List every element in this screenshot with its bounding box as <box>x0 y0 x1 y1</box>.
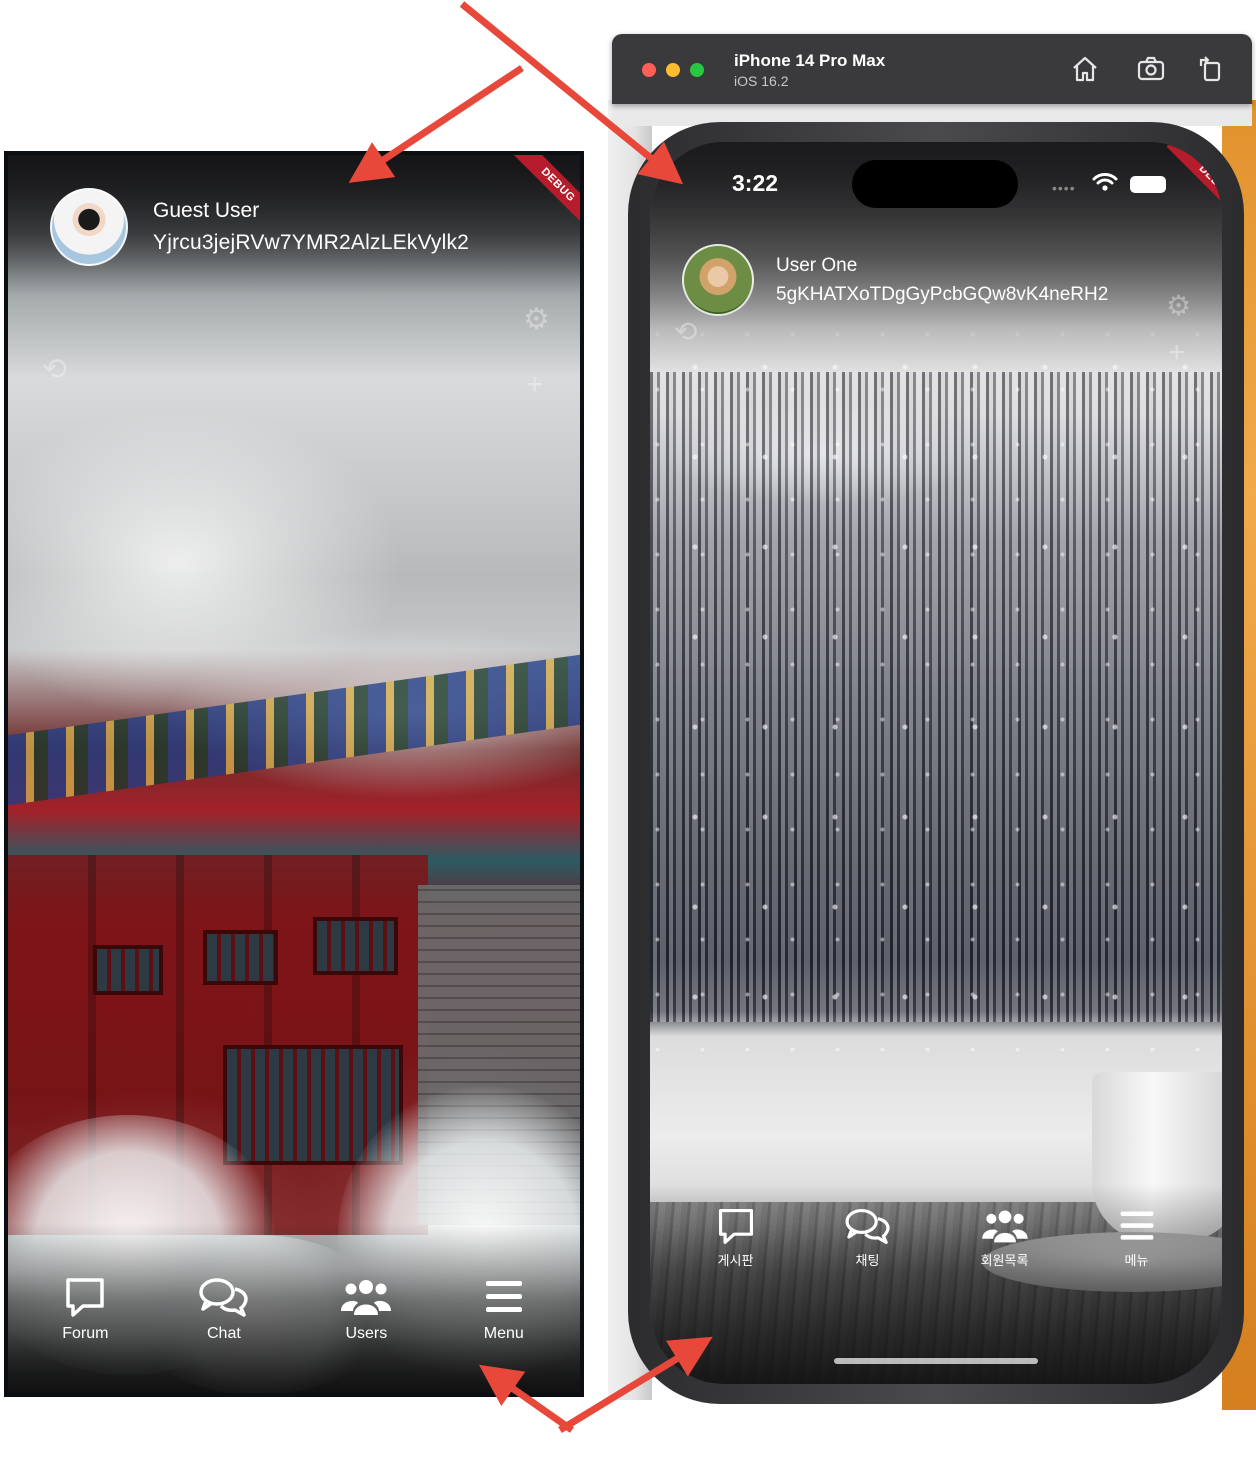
dynamic-island <box>852 160 1018 208</box>
simulator-device-name: iPhone 14 Pro Max <box>734 51 886 70</box>
bottom-navigation: Forum Chat Users Menu <box>18 1275 570 1365</box>
comment-icon <box>718 1208 753 1244</box>
user-display-name: User One <box>776 255 858 276</box>
falling-snow <box>650 302 1222 1062</box>
nav-item-forum[interactable]: Forum <box>62 1275 108 1343</box>
nav-item-chat[interactable]: 채팅 <box>843 1206 893 1269</box>
screenshot-icon[interactable] <box>1136 54 1166 84</box>
menu-icon <box>1120 1211 1153 1240</box>
bottom-navigation: 게시판 채팅 회원목록 메뉴 <box>672 1206 1200 1286</box>
settings-icon[interactable]: ⚙ <box>1166 292 1191 320</box>
user-uid: Yjrcu3jejRVw7YMR2AlzLEkVylk2 <box>153 231 470 254</box>
avatar[interactable] <box>50 188 128 266</box>
home-indicator[interactable] <box>834 1358 1038 1364</box>
avatar[interactable] <box>682 244 754 316</box>
nav-label: Chat <box>206 1325 241 1342</box>
status-bar-time: 3:22 <box>732 170 779 196</box>
simulator-os-version: iOS 16.2 <box>734 73 789 89</box>
user-uid: 5gKHATXoTDgGyPcbGQw8vK4neRH2 <box>776 284 1109 305</box>
comment-icon <box>66 1278 105 1317</box>
nav-label: Forum <box>62 1325 109 1342</box>
iphone-screen: 3:22 •••• User One 5gKHATXoTDgGyPcbGQw8v… <box>650 142 1222 1384</box>
chat-bubbles-icon <box>199 1278 248 1317</box>
battery-icon <box>1130 176 1166 193</box>
nav-label: 회원목록 <box>980 1253 1029 1268</box>
nav-item-chat[interactable]: Chat <box>197 1275 251 1343</box>
add-icon[interactable]: + <box>1168 338 1186 368</box>
refresh-icon[interactable]: ⟲ <box>674 318 697 346</box>
nav-label: Menu <box>483 1325 524 1342</box>
menu-icon <box>485 1281 522 1312</box>
user-display-name: Guest User <box>153 199 260 222</box>
nav-item-users[interactable]: 회원목록 <box>980 1206 1030 1269</box>
users-icon <box>341 1280 392 1315</box>
close-window-button[interactable] <box>642 63 656 77</box>
add-icon[interactable]: + <box>526 370 544 400</box>
nav-item-menu[interactable]: Menu <box>482 1275 526 1343</box>
minimize-window-button[interactable] <box>666 63 680 77</box>
nav-label: Users <box>345 1325 388 1342</box>
left-app-screen: Guest User Yjrcu3jejRVw7YMR2AlzLEkVylk2 … <box>4 151 584 1397</box>
users-icon <box>981 1210 1028 1243</box>
zoom-window-button[interactable] <box>690 63 704 77</box>
wifi-icon <box>1092 173 1118 191</box>
nav-item-menu[interactable]: 메뉴 <box>1117 1206 1157 1269</box>
temple-window <box>313 917 398 975</box>
nav-item-forum[interactable]: 게시판 <box>716 1206 756 1269</box>
nav-label: 메뉴 <box>1124 1253 1149 1268</box>
rotate-icon[interactable] <box>1196 54 1226 84</box>
temple-window <box>93 945 163 995</box>
iphone-frame: 3:22 •••• User One 5gKHATXoTDgGyPcbGQw8v… <box>628 122 1244 1404</box>
refresh-icon[interactable]: ⟲ <box>42 355 67 385</box>
chat-bubbles-icon <box>845 1208 890 1244</box>
home-icon[interactable] <box>1070 54 1100 84</box>
nav-label: 게시판 <box>717 1253 754 1268</box>
nav-label: 채팅 <box>855 1253 880 1268</box>
nav-item-users[interactable]: Users <box>339 1275 393 1343</box>
settings-icon[interactable]: ⚙ <box>523 305 550 335</box>
simulator-title-bar: iPhone 14 Pro Max iOS 16.2 <box>612 34 1252 104</box>
temple-window <box>203 930 278 985</box>
cellular-signal-icon: •••• <box>1052 180 1076 196</box>
